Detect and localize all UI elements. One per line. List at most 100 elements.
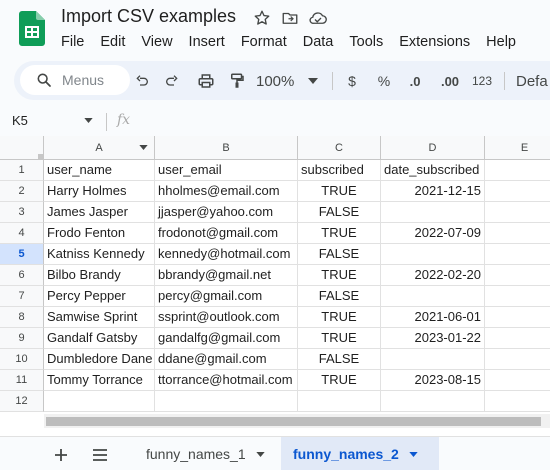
cell-c5[interactable]: FALSE xyxy=(298,244,381,265)
cell-b11[interactable]: ttorrance@hotmail.com xyxy=(155,370,298,391)
row-header-1[interactable]: 1 xyxy=(0,160,44,181)
currency-format-button[interactable]: $ xyxy=(344,70,360,92)
cell-a11[interactable]: Tommy Torrance xyxy=(44,370,155,391)
cell-b1[interactable]: user_email xyxy=(155,160,298,181)
cell-e12[interactable] xyxy=(485,391,550,412)
row-header-8[interactable]: 8 xyxy=(0,307,44,328)
sheets-logo-icon[interactable] xyxy=(19,11,45,46)
add-sheet-icon[interactable] xyxy=(51,445,71,465)
menu-edit[interactable]: Edit xyxy=(92,32,133,52)
cell-c10[interactable]: FALSE xyxy=(298,349,381,370)
cell-d7[interactable] xyxy=(381,286,485,307)
cell-c12[interactable] xyxy=(298,391,381,412)
column-header-a[interactable]: A xyxy=(44,136,155,160)
horizontal-scrollbar[interactable] xyxy=(44,414,550,428)
font-select[interactable]: Defa xyxy=(516,70,550,92)
menu-help[interactable]: Help xyxy=(478,32,524,52)
cell-c1[interactable]: subscribed xyxy=(298,160,381,181)
cell-d9[interactable]: 2023-01-22 xyxy=(381,328,485,349)
menu-data[interactable]: Data xyxy=(295,32,342,52)
row-header-3[interactable]: 3 xyxy=(0,202,44,223)
row-header-2[interactable]: 2 xyxy=(0,181,44,202)
sheet-tab-funny-names-1[interactable]: funny_names_1 xyxy=(134,437,277,470)
cell-e8[interactable] xyxy=(485,307,550,328)
cell-b9[interactable]: gandalfg@gmail.com xyxy=(155,328,298,349)
cell-b4[interactable]: frodonot@gmail.com xyxy=(155,223,298,244)
menu-tools[interactable]: Tools xyxy=(341,32,391,52)
zoom-select[interactable]: 100% xyxy=(256,70,320,92)
name-box-dropdown-icon[interactable] xyxy=(84,118,93,123)
cell-d1[interactable]: date_subscribed xyxy=(381,160,485,181)
column-header-e[interactable]: E xyxy=(485,136,550,160)
cell-c7[interactable]: FALSE xyxy=(298,286,381,307)
cell-d6[interactable]: 2022-02-20 xyxy=(381,265,485,286)
cell-b3[interactable]: jjasper@yahoo.com xyxy=(155,202,298,223)
row-header-5[interactable]: 5 xyxy=(0,244,44,265)
cell-a5[interactable]: Katniss Kennedy xyxy=(44,244,155,265)
menu-search[interactable]: Menus xyxy=(20,65,130,95)
star-icon[interactable] xyxy=(252,8,272,28)
cell-c11[interactable]: TRUE xyxy=(298,370,381,391)
print-icon[interactable] xyxy=(195,70,217,92)
cell-d5[interactable] xyxy=(381,244,485,265)
cell-c3[interactable]: FALSE xyxy=(298,202,381,223)
scrollbar-thumb[interactable] xyxy=(46,417,541,426)
cell-e5[interactable] xyxy=(485,244,550,265)
cell-c2[interactable]: TRUE xyxy=(298,181,381,202)
more-formats-button[interactable]: 123 xyxy=(469,70,495,92)
cell-d4[interactable]: 2022-07-09 xyxy=(381,223,485,244)
name-box[interactable]: K5 xyxy=(12,113,28,128)
cell-e1[interactable] xyxy=(485,160,550,181)
cell-c4[interactable]: TRUE xyxy=(298,223,381,244)
cell-e10[interactable] xyxy=(485,349,550,370)
menu-format[interactable]: Format xyxy=(233,32,295,52)
cell-d11[interactable]: 2023-08-15 xyxy=(381,370,485,391)
paint-format-icon[interactable] xyxy=(226,70,248,92)
undo-icon[interactable] xyxy=(132,70,152,92)
cell-a7[interactable]: Percy Pepper xyxy=(44,286,155,307)
cell-e4[interactable] xyxy=(485,223,550,244)
cell-b6[interactable]: bbrandy@gmail.net xyxy=(155,265,298,286)
cell-b5[interactable]: kennedy@hotmail.com xyxy=(155,244,298,265)
row-header-10[interactable]: 10 xyxy=(0,349,44,370)
cell-e6[interactable] xyxy=(485,265,550,286)
cell-d3[interactable] xyxy=(381,202,485,223)
cell-d10[interactable] xyxy=(381,349,485,370)
cell-a9[interactable]: Gandalf Gatsby xyxy=(44,328,155,349)
select-all-corner[interactable] xyxy=(0,136,44,160)
chevron-down-icon[interactable] xyxy=(255,451,265,457)
cell-e3[interactable] xyxy=(485,202,550,223)
cell-b8[interactable]: ssprint@outlook.com xyxy=(155,307,298,328)
cell-c9[interactable]: TRUE xyxy=(298,328,381,349)
column-header-d[interactable]: D xyxy=(381,136,485,160)
decrease-decimal-button[interactable]: .0 xyxy=(404,70,426,92)
chevron-down-icon[interactable] xyxy=(409,451,418,457)
cell-d12[interactable] xyxy=(381,391,485,412)
column-header-b[interactable]: B xyxy=(155,136,298,160)
move-to-folder-icon[interactable] xyxy=(280,8,300,28)
cell-b7[interactable]: percy@gmail.com xyxy=(155,286,298,307)
row-header-12[interactable]: 12 xyxy=(0,391,44,412)
document-title[interactable]: Import CSV examples xyxy=(61,6,236,27)
cell-d2[interactable]: 2021-12-15 xyxy=(381,181,485,202)
cell-e7[interactable] xyxy=(485,286,550,307)
cell-a12[interactable] xyxy=(44,391,155,412)
sheet-tab-funny-names-2[interactable]: funny_names_2 xyxy=(281,437,439,470)
cell-a4[interactable]: Frodo Fenton xyxy=(44,223,155,244)
column-header-c[interactable]: C xyxy=(298,136,381,160)
row-header-6[interactable]: 6 xyxy=(0,265,44,286)
cell-c8[interactable]: TRUE xyxy=(298,307,381,328)
cell-d8[interactable]: 2021-06-01 xyxy=(381,307,485,328)
menu-insert[interactable]: Insert xyxy=(181,32,233,52)
menu-view[interactable]: View xyxy=(133,32,180,52)
cell-e11[interactable] xyxy=(485,370,550,391)
redo-icon[interactable] xyxy=(162,70,182,92)
cell-c6[interactable]: TRUE xyxy=(298,265,381,286)
cell-a3[interactable]: James Jasper xyxy=(44,202,155,223)
percent-format-button[interactable]: % xyxy=(376,70,392,92)
cell-b10[interactable]: ddane@gmail.com xyxy=(155,349,298,370)
cell-e9[interactable] xyxy=(485,328,550,349)
cell-a10[interactable]: Dumbledore Dane xyxy=(44,349,155,370)
cell-e2[interactable] xyxy=(485,181,550,202)
spreadsheet-grid[interactable]: A B C D E 1 user_name user_email subscribed date_… xyxy=(0,136,550,436)
